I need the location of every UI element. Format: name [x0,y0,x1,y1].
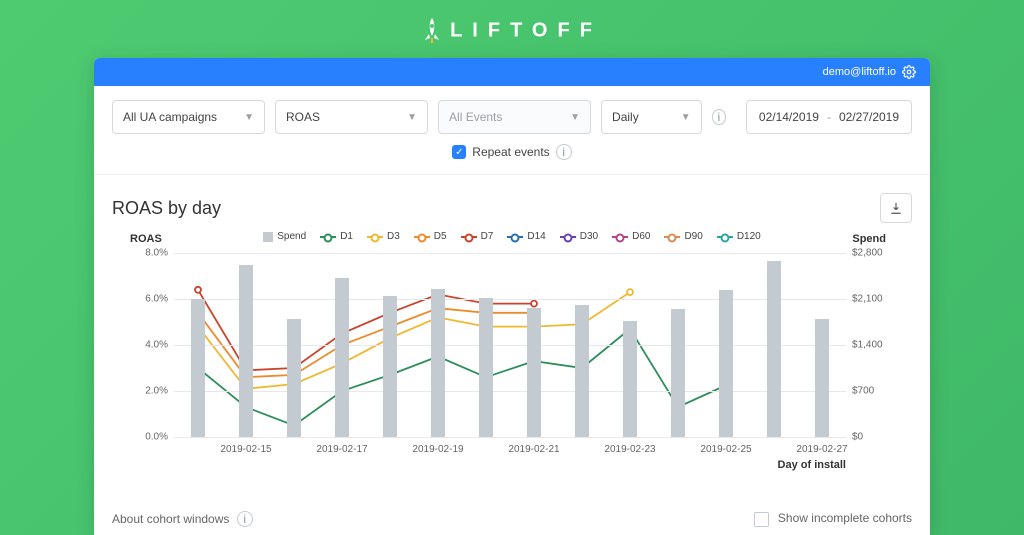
legend-item[interactable]: Spend [263,231,306,242]
x-tick: 2019-02-25 [700,444,751,455]
info-icon[interactable]: i [712,109,726,125]
campaigns-select[interactable]: All UA campaigns▼ [112,100,265,134]
legend-item[interactable]: D7 [461,231,494,242]
page-background: LIFTOFF demo@liftoff.io All UA campaigns… [0,0,1024,535]
download-button[interactable] [880,193,912,223]
spend-bar [239,265,253,437]
filter-bar: All UA campaigns▼ ROAS▼ All Events▼ Dail… [94,86,930,140]
checkbox-empty-icon [754,512,769,527]
y-tick-left: 6.0% [128,294,168,305]
legend-swatch [461,236,477,238]
about-cohort-link[interactable]: About cohort windows i [112,511,253,527]
chevron-down-icon: ▼ [570,112,580,123]
spend-bar [383,296,397,437]
metric-select[interactable]: ROAS▼ [275,100,428,134]
y-tick-right: $2,100 [852,294,900,305]
spend-bar [623,321,637,437]
x-tick: 2019-02-15 [220,444,271,455]
spend-bar [719,290,733,437]
x-tick: 2019-02-21 [508,444,559,455]
account-bar: demo@liftoff.io [94,58,930,86]
y-tick-left: 0.0% [128,432,168,443]
y-tick-right: $0 [852,432,900,443]
grid-line [174,345,846,346]
spend-bar [191,299,205,437]
show-incomplete-checkbox[interactable]: Show incomplete cohorts [754,511,912,526]
legend-swatch [507,236,523,238]
legend-item[interactable]: D1 [320,231,353,242]
repeat-events-label: Repeat events [472,145,549,159]
spend-bar [671,309,685,437]
legend-swatch [367,236,383,238]
legend-item[interactable]: D3 [367,231,400,242]
x-tick: 2019-02-23 [604,444,655,455]
spend-bar [335,278,349,437]
spend-bar [527,308,541,437]
chevron-down-icon: ▼ [244,112,254,123]
legend-item[interactable]: D120 [717,231,761,242]
x-tick: 2019-02-17 [316,444,367,455]
legend-swatch [560,236,576,238]
brand-text: LIFTOFF [450,19,602,41]
legend-item[interactable]: D90 [664,231,702,242]
chart-title: ROAS by day [112,198,221,219]
y-tick-left: 4.0% [128,340,168,351]
legend-item[interactable]: D14 [507,231,545,242]
legend-swatch [320,236,336,238]
main-panel: demo@liftoff.io All UA campaigns▼ ROAS▼ … [94,58,930,535]
chart-footer: About cohort windows i Show incomplete c… [112,511,912,527]
legend-item[interactable]: D60 [612,231,650,242]
spend-bar [431,289,445,438]
repeat-events-row: ✓ Repeat events i [94,140,930,175]
chart-stage: ROAS by day ROAS Spend SpendD1D3D5D7D14D… [94,175,930,479]
account-email[interactable]: demo@liftoff.io [823,66,896,78]
legend-swatch [612,236,628,238]
repeat-events-checkbox[interactable]: ✓ [452,145,466,159]
y-tick-right: $1,400 [852,340,900,351]
granularity-select[interactable]: Daily▼ [601,100,702,134]
legend-swatch [717,236,733,238]
y-tick-left: 2.0% [128,386,168,397]
legend-item[interactable]: D30 [560,231,598,242]
spend-bar [815,319,829,437]
chevron-down-icon: ▼ [407,112,417,123]
spend-bar [767,261,781,437]
date-range-picker[interactable]: 02/14/2019 - 02/27/2019 [746,100,912,134]
rocket-icon [422,18,442,44]
spend-bar [575,305,589,437]
grid-line [174,391,846,392]
spend-bar [479,298,493,437]
events-select[interactable]: All Events▼ [438,100,591,134]
x-tick: 2019-02-19 [412,444,463,455]
x-tick: 2019-02-27 [796,444,847,455]
grid-line [174,437,846,438]
legend-swatch [664,236,680,238]
legend-item[interactable]: D5 [414,231,447,242]
gear-icon[interactable] [902,65,916,79]
roas-chart: ROAS Spend SpendD1D3D5D7D14D30D60D90D120… [112,239,912,469]
grid-line [174,299,846,300]
x-axis-label: Day of install [778,459,846,471]
brand-header: LIFTOFF [0,18,1024,44]
chevron-down-icon: ▼ [681,112,691,123]
y-tick-left: 8.0% [128,248,168,259]
legend-swatch [414,236,430,238]
y-tick-right: $2,800 [852,248,900,259]
info-icon: i [237,511,253,527]
spend-bar [287,319,301,437]
info-icon[interactable]: i [556,144,572,160]
y-tick-right: $700 [852,386,900,397]
plot-area: Day of install 0.0%$02.0%$7004.0%$1,4006… [174,253,846,437]
legend-swatch [263,232,273,242]
grid-line [174,253,846,254]
chart-legend: Spend D1 D3 D5 D7 D14 D30 D60 D90 D120 [112,231,912,242]
